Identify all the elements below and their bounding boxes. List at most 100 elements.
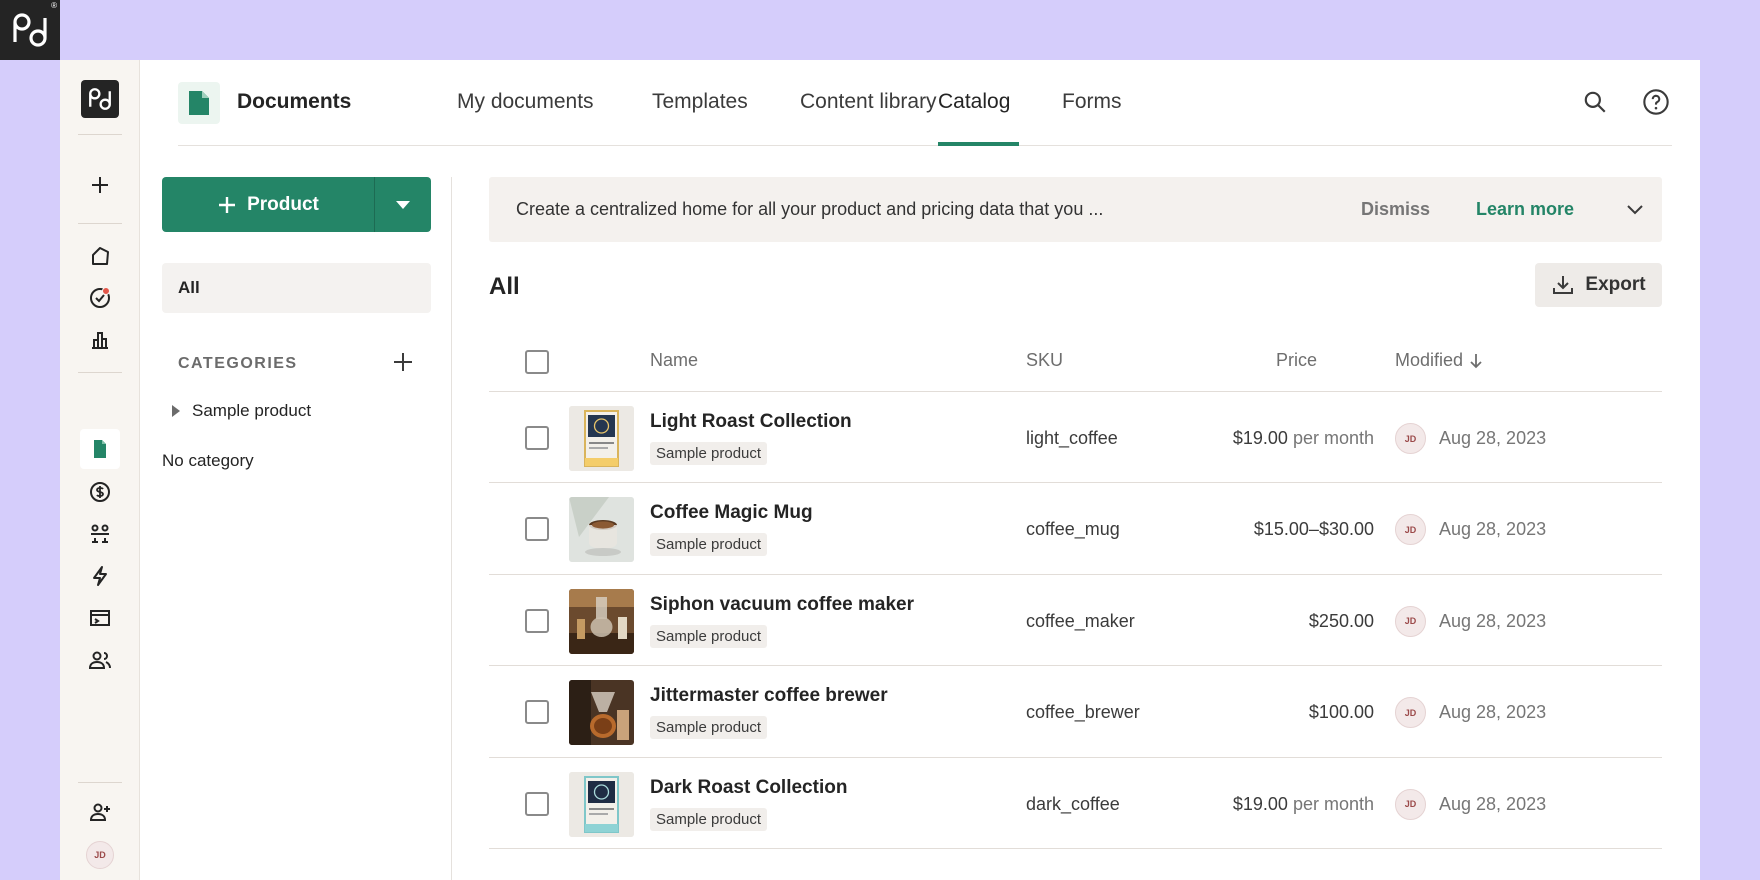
add-product-split-button: Product <box>162 177 431 232</box>
active-tab-indicator <box>938 142 1019 146</box>
pandadoc-logo-icon <box>89 88 111 110</box>
banner-learn-more-link[interactable]: Learn more <box>1476 199 1574 220</box>
rail-forms-button[interactable] <box>80 598 120 638</box>
price-value: $19.00 <box>1232 428 1288 448</box>
coffee-brewer-image <box>569 680 634 746</box>
category-all[interactable]: All <box>162 263 431 313</box>
row-checkbox[interactable] <box>525 608 549 633</box>
documents-badge <box>178 82 220 124</box>
table-row[interactable]: Dark Roast Collection Sample product dar… <box>489 758 1662 849</box>
product-name[interactable]: Jittermaster coffee brewer <box>650 685 888 707</box>
column-name[interactable]: Name <box>650 350 698 371</box>
category-none[interactable]: No category <box>162 451 254 471</box>
column-modified[interactable]: Modified <box>1395 350 1483 371</box>
row-checkbox[interactable] <box>525 426 549 450</box>
add-product-button[interactable]: Product <box>162 177 375 232</box>
rail-contacts-button[interactable] <box>80 640 120 680</box>
banner-text: Create a centralized home for all your p… <box>516 199 1104 219</box>
product-name[interactable]: Coffee Magic Mug <box>650 502 813 524</box>
rail-tasks-button[interactable] <box>80 278 120 318</box>
tab-my-documents[interactable]: My documents <box>457 90 594 114</box>
product-sku: coffee_mug <box>1026 519 1120 540</box>
product-name[interactable]: Dark Roast Collection <box>650 777 847 799</box>
rail-home-button[interactable] <box>80 236 120 276</box>
table-row[interactable]: Siphon vacuum coffee maker Sample produc… <box>489 575 1662 667</box>
rail-documents-button[interactable] <box>80 429 120 469</box>
icon-rail: JD <box>60 60 140 880</box>
coffee-bag-image <box>569 406 634 471</box>
tab-templates[interactable]: Templates <box>652 90 748 114</box>
table-row[interactable]: Jittermaster coffee brewer Sample produc… <box>489 666 1662 758</box>
rail-reports-button[interactable] <box>80 320 120 360</box>
row-checkbox[interactable] <box>525 700 549 725</box>
caret-right-icon[interactable] <box>172 405 180 417</box>
registered-mark: ® <box>51 1 57 10</box>
modified-by-avatar: JD <box>1395 605 1426 637</box>
modified-by-avatar: JD <box>1395 697 1426 729</box>
rail-logo[interactable] <box>81 80 119 118</box>
price-value: $100.00 <box>1308 702 1374 723</box>
column-sku[interactable]: SKU <box>1026 350 1063 371</box>
product-name[interactable]: Siphon vacuum coffee maker <box>650 594 914 616</box>
rail-divider <box>78 782 122 783</box>
rail-invite-button[interactable] <box>80 792 120 832</box>
plus-icon <box>394 353 412 371</box>
tab-content-library[interactable]: Content library <box>800 90 937 114</box>
select-all-checkbox[interactable] <box>525 350 549 374</box>
plus-icon <box>92 177 108 193</box>
tab-forms[interactable]: Forms <box>1062 90 1122 114</box>
rail-payments-button[interactable] <box>80 472 120 512</box>
chevron-down-icon[interactable] <box>1623 197 1647 221</box>
modified-by-avatar: JD <box>1395 423 1426 454</box>
column-modified-label: Modified <box>1395 350 1464 370</box>
product-name[interactable]: Light Roast Collection <box>650 411 852 433</box>
table-header: Name SKU Price Modified <box>489 332 1662 392</box>
table-row[interactable]: Light Roast Collection Sample product li… <box>489 392 1662 484</box>
modified-date: Aug 28, 2023 <box>1439 702 1547 723</box>
banner-dismiss-button[interactable]: Dismiss <box>1361 199 1430 220</box>
product-category-tag: Sample product <box>650 716 768 740</box>
home-icon <box>92 247 109 265</box>
row-checkbox[interactable] <box>525 791 549 816</box>
product-price: $19.00 per month <box>1233 794 1374 815</box>
rail-workflows-button[interactable] <box>80 514 120 554</box>
column-price[interactable]: Price <box>1276 350 1317 371</box>
row-checkbox[interactable] <box>525 517 549 542</box>
coffee-mug-image <box>569 497 634 563</box>
pandadoc-logo-icon <box>13 13 47 47</box>
dollar-icon <box>90 482 110 502</box>
export-button[interactable]: Export <box>1535 263 1662 307</box>
rail-create-button[interactable] <box>80 165 120 205</box>
product-thumbnail <box>569 497 634 563</box>
rail-divider <box>78 134 122 135</box>
price-period: per month <box>1292 428 1374 448</box>
categories-heading: CATEGORIES <box>178 355 298 372</box>
user-avatar[interactable]: JD <box>86 841 114 869</box>
product-sku: coffee_maker <box>1026 610 1135 631</box>
tab-catalog[interactable]: Catalog <box>938 90 1010 114</box>
add-category-button[interactable] <box>388 347 418 377</box>
brand-logo: ® <box>0 0 60 60</box>
export-label: Export <box>1585 274 1646 295</box>
price-value: $19.00 <box>1232 793 1288 814</box>
help-button[interactable] <box>1639 85 1673 119</box>
product-sku: light_coffee <box>1026 428 1118 448</box>
rail-divider <box>78 223 122 224</box>
category-item-sample-product[interactable]: Sample product <box>172 401 311 421</box>
product-category-tag: Sample product <box>650 624 768 648</box>
price-period: per month <box>1292 793 1374 814</box>
product-thumbnail <box>569 771 634 837</box>
document-icon <box>94 440 106 458</box>
add-product-menu-button[interactable] <box>375 177 431 232</box>
app-window: JD Documents My documents Templates Cont… <box>60 60 1700 880</box>
search-button[interactable] <box>1578 85 1612 119</box>
table-row[interactable]: Coffee Magic Mug Sample product coffee_m… <box>489 483 1662 575</box>
top-navigation: Documents My documents Templates Content… <box>178 60 1672 146</box>
product-category-tag: Sample product <box>650 442 768 465</box>
product-price: $19.00 per month <box>1233 428 1374 449</box>
modified-by-avatar: JD <box>1395 788 1426 820</box>
modified-date: Aug 28, 2023 <box>1439 610 1547 631</box>
coffee-bag-image <box>569 771 634 837</box>
add-user-icon <box>89 803 110 821</box>
rail-automations-button[interactable] <box>80 556 120 596</box>
